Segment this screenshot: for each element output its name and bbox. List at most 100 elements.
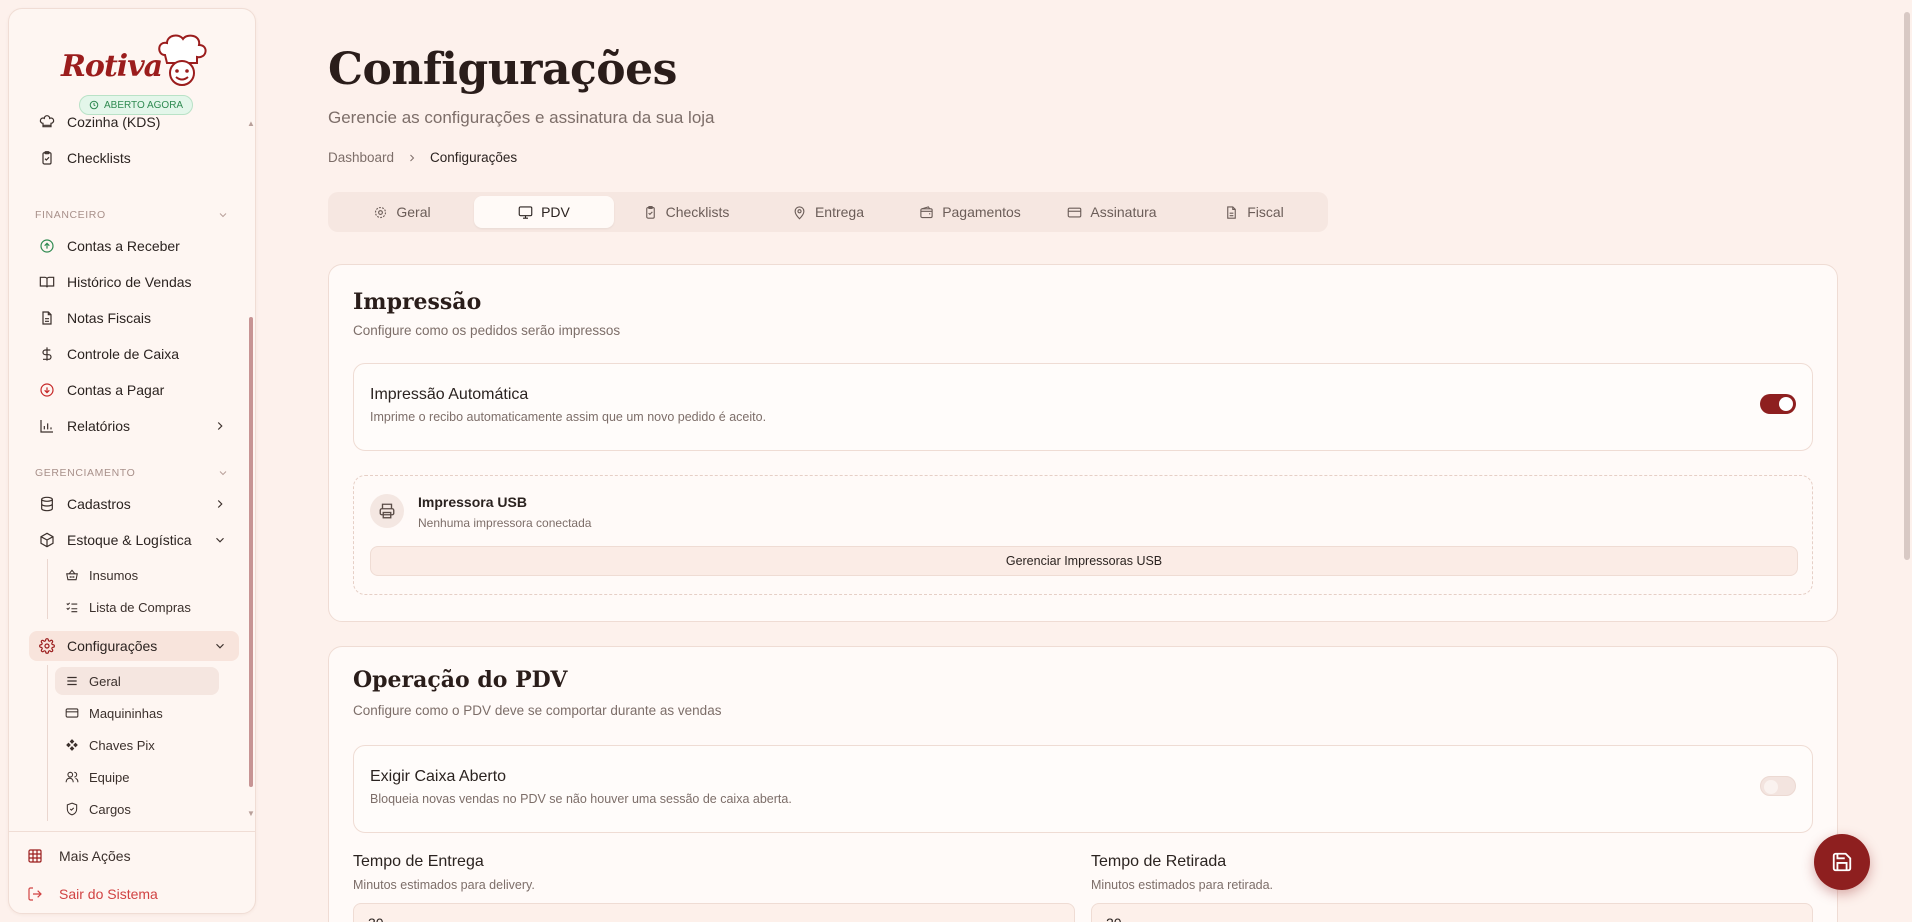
- pickup-time-help: Minutos estimados para retirada.: [1091, 878, 1274, 892]
- chevron-down-icon: [216, 643, 224, 649]
- printer-title: Impressora USB: [418, 494, 527, 510]
- tab-payments[interactable]: Pagamentos: [900, 196, 1040, 228]
- sidebar-subitem-label: Geral: [89, 673, 121, 689]
- section-gerenciamento[interactable]: GERENCIAMENTO: [35, 467, 235, 479]
- pickup-time-label: Tempo de Retirada: [1091, 853, 1227, 870]
- monitor-icon: [518, 205, 533, 219]
- database-icon: [41, 496, 53, 512]
- sidebar-item-settings[interactable]: Configurações: [29, 631, 239, 661]
- pdv-operation-card-description: Configure como o PDV deve se comportar d…: [353, 703, 722, 718]
- sidebar-item-label: Notas Fiscais: [67, 310, 152, 326]
- basket-icon: [66, 569, 78, 581]
- logout-button[interactable]: Sair do Sistema: [27, 886, 158, 902]
- sidebar-item-label: Contas a Receber: [67, 238, 180, 254]
- more-actions-label: Mais Ações: [59, 848, 131, 864]
- sidebar-subitem-shopping-list[interactable]: Lista de Compras: [55, 593, 219, 621]
- chevron-right-icon: [217, 422, 223, 430]
- sidebar-item-label: Configurações: [67, 638, 158, 654]
- log-out-icon: [28, 887, 42, 901]
- sidebar-subitem-card-machines[interactable]: Maquininhas: [55, 699, 219, 727]
- sidebar-item-receivables[interactable]: Contas a Receber: [29, 231, 239, 261]
- sidebar-item-invoices[interactable]: Notas Fiscais: [29, 303, 239, 333]
- section-financeiro[interactable]: FINANCEIRO: [35, 209, 235, 221]
- sidebar-subitem-label: Cargos: [89, 801, 131, 817]
- sidebar-nav: Cozinha (KDS) Checklists FINANCEIRO Cont…: [9, 113, 249, 821]
- tab-fiscal[interactable]: Fiscal: [1184, 196, 1324, 228]
- sidebar-item-reports[interactable]: Relatórios: [29, 411, 239, 441]
- sidebar-footer: Mais Ações Sair do Sistema: [9, 831, 255, 913]
- breadcrumb-current: Configurações: [430, 150, 518, 165]
- file-text-icon: [1227, 205, 1237, 219]
- toggle-knob: [1779, 397, 1793, 411]
- manage-usb-printers-button[interactable]: Gerenciar Impressoras USB: [370, 546, 1798, 576]
- sidebar-item-checklists[interactable]: Checklists: [29, 143, 239, 173]
- dollar-sign-icon: [42, 347, 52, 361]
- save-icon: [1832, 852, 1852, 872]
- require-open-cash-setting: Exigir Caixa Aberto Bloqueia novas venda…: [353, 745, 1813, 833]
- tab-checklists[interactable]: Checklists: [616, 196, 756, 228]
- sidebar-subitem-roles[interactable]: Cargos: [55, 795, 219, 823]
- main-content: Configurações Gerencie as configurações …: [328, 0, 1838, 922]
- scroll-up-icon[interactable]: ▲: [247, 119, 255, 128]
- tab-label: Checklists: [665, 204, 730, 220]
- list-checks-icon: [66, 602, 78, 613]
- sidebar-item-label: Checklists: [67, 150, 131, 166]
- sidebar-subitem-general[interactable]: Geral: [55, 667, 219, 695]
- sidebar-item-cash-control[interactable]: Controle de Caixa: [29, 339, 239, 369]
- chevron-down-icon: [219, 471, 227, 476]
- sidebar-subitem-pix-keys[interactable]: Chaves Pix: [55, 731, 219, 759]
- auto-print-help: Imprime o recibo automaticamente assim q…: [370, 410, 767, 424]
- sidebar-item-label: Relatórios: [67, 418, 131, 434]
- auto-print-toggle[interactable]: [1760, 394, 1796, 414]
- tab-label: Entrega: [814, 204, 865, 220]
- printing-card-title: Impressão: [353, 289, 482, 315]
- sidebar-item-label: Cadastros: [67, 496, 131, 512]
- delivery-time-input[interactable]: 30: [353, 903, 1075, 922]
- pickup-time-input[interactable]: 20: [1091, 903, 1813, 922]
- submenu-guide: [47, 559, 48, 619]
- tab-subscription[interactable]: Assinatura: [1042, 196, 1182, 228]
- pdv-operation-card: Operação do PDV Configure como o PDV dev…: [328, 646, 1838, 922]
- sidebar-item-inventory[interactable]: Estoque & Logística: [29, 525, 239, 555]
- tab-label: Assinatura: [1090, 204, 1157, 220]
- tab-general[interactable]: Geral: [332, 196, 472, 228]
- tab-pdv[interactable]: PDV: [474, 196, 614, 228]
- scroll-down-icon[interactable]: ▼: [247, 809, 255, 818]
- sidebar-item-registrations[interactable]: Cadastros: [29, 489, 239, 519]
- require-open-cash-toggle[interactable]: [1760, 776, 1796, 796]
- section-label: FINANCEIRO: [35, 209, 106, 221]
- sidebar-item-kitchen[interactable]: Cozinha (KDS): [29, 107, 239, 137]
- sidebar-scrollbar[interactable]: [249, 317, 253, 787]
- chevron-down-icon: [219, 213, 227, 218]
- require-open-cash-help: Bloqueia novas vendas no PDV se não houv…: [370, 792, 792, 806]
- tab-delivery[interactable]: Entrega: [758, 196, 898, 228]
- toggle-knob: [1764, 780, 1778, 794]
- delivery-time-help: Minutos estimados para delivery.: [353, 878, 535, 892]
- submenu-guide: [47, 665, 48, 821]
- sidebar-item-label: Controle de Caixa: [67, 346, 180, 362]
- file-text-icon: [42, 311, 52, 325]
- brand-logo[interactable]: Rotiva ABERTO AGORA: [9, 23, 255, 115]
- sidebar-subitem-label: Chaves Pix: [89, 737, 155, 753]
- sidebar: Rotiva ABERTO AGORA Cozinha (KDS) Checkl…: [8, 8, 256, 914]
- clipboard-check-icon: [645, 205, 655, 219]
- chevron-right-icon: [217, 500, 223, 508]
- page-scrollbar[interactable]: [1904, 12, 1910, 560]
- sidebar-item-sales-history[interactable]: Histórico de Vendas: [29, 267, 239, 297]
- page-title: Configurações: [328, 44, 677, 95]
- users-icon: [65, 771, 79, 783]
- breadcrumb-dashboard-link[interactable]: Dashboard: [328, 150, 394, 165]
- credit-card-icon: [1068, 207, 1082, 217]
- sidebar-item-label: Histórico de Vendas: [67, 274, 192, 290]
- sidebar-subitem-supplies[interactable]: Insumos: [55, 561, 219, 589]
- more-actions-button[interactable]: Mais Ações: [27, 848, 131, 864]
- package-icon: [40, 532, 54, 548]
- auto-print-setting: Impressão Automática Imprime o recibo au…: [353, 363, 1813, 451]
- book-open-icon: [39, 276, 55, 288]
- printer-icon: [379, 503, 395, 519]
- sidebar-item-payables[interactable]: Contas a Pagar: [29, 375, 239, 405]
- pdv-operation-card-title: Operação do PDV: [353, 667, 568, 693]
- printer-icon-badge: [370, 494, 404, 528]
- save-button[interactable]: [1814, 834, 1870, 890]
- sidebar-subitem-team[interactable]: Equipe: [55, 763, 219, 791]
